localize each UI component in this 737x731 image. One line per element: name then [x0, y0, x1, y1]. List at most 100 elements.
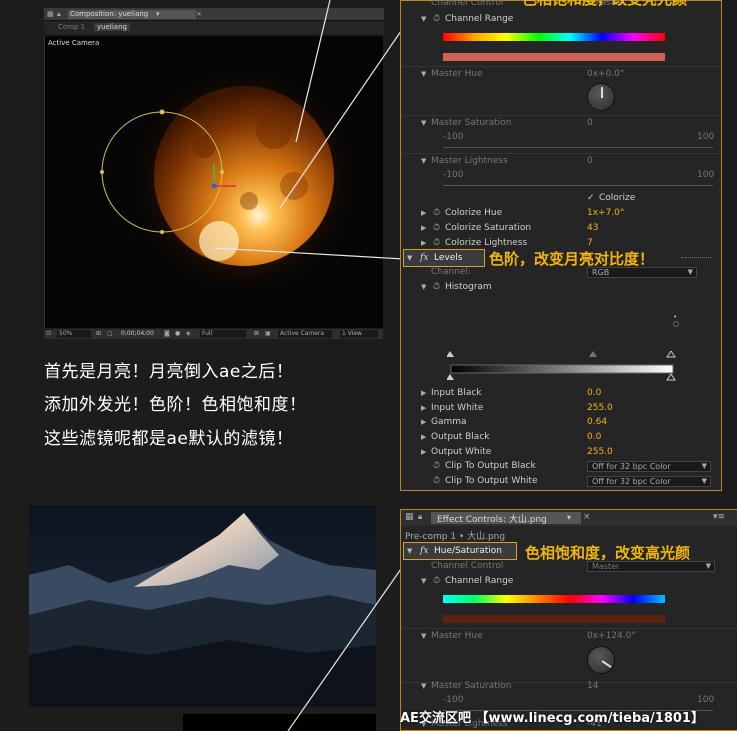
output-black-row: ▶ Output Black 0.0: [421, 432, 602, 442]
disclosure-triangle-icon[interactable]: ▶: [421, 389, 426, 397]
lock-icon[interactable]: 🔒︎: [418, 512, 422, 522]
stopwatch-icon[interactable]: ⏱: [433, 576, 440, 586]
divider: [401, 628, 737, 629]
channel-range-output-bar[interactable]: [443, 615, 665, 623]
divider: [401, 153, 721, 154]
channel-range-row: ▼ ⏱ Channel Range: [421, 14, 514, 24]
disclosure-triangle-icon[interactable]: ▼: [421, 15, 426, 23]
lock-icon[interactable]: 🔒︎: [57, 10, 61, 19]
transparency-icon[interactable]: ▣: [265, 330, 271, 337]
hue-saturation-effect-header[interactable]: ▼ fx Hue/Saturation: [403, 542, 517, 560]
panel-menu-icon[interactable]: ▦: [47, 10, 54, 18]
caption-line-2: 添加外发光！色阶！色相饱和度！: [44, 395, 307, 415]
fx-icon[interactable]: fx: [420, 253, 428, 263]
panel-options-icon[interactable]: ▾≡: [713, 512, 725, 522]
snapshot-icon[interactable]: ◙: [164, 330, 170, 337]
stopwatch-icon[interactable]: ⏱: [433, 223, 440, 233]
stopwatch-icon[interactable]: ⏱: [433, 282, 440, 292]
disclosure-triangle-icon[interactable]: ▼: [421, 119, 426, 127]
tab-close-icon[interactable]: ×: [583, 512, 591, 522]
disclosure-triangle-icon[interactable]: ▼: [421, 157, 426, 165]
master-saturation-slider[interactable]: [443, 147, 713, 148]
channel-control-dropdown[interactable]: Master ▼: [587, 561, 715, 572]
magnify-icon[interactable]: ⊡: [46, 330, 51, 337]
channel-range-row: ▼ ⏱ Channel Range: [421, 576, 514, 586]
panel-gutter: [726, 0, 737, 491]
master-hue-dial[interactable]: [587, 646, 615, 674]
stopwatch-icon[interactable]: ⏱: [433, 461, 440, 471]
disclosure-triangle-icon[interactable]: ▶: [421, 418, 426, 426]
output-white-row: ▶ Output White 255.0: [421, 447, 613, 457]
gamma-row: ▶ Gamma 0.64: [421, 417, 608, 427]
master-saturation-row: ▼ Master Saturation 0: [421, 118, 593, 128]
channel-range-hue-bar[interactable]: [443, 595, 665, 603]
chevron-down-icon: ▼: [705, 562, 711, 570]
channel-dropdown[interactable]: RGB ▼: [587, 267, 697, 278]
input-white-row: ▶ Input White 255.0: [421, 403, 613, 413]
colorize-hue-row: ▶ ⏱ Colorize Hue 1x+7.0°: [421, 208, 625, 218]
moon-scene: [44, 36, 364, 328]
disclosure-triangle-icon[interactable]: ▶: [421, 448, 426, 456]
dotted-rule: [681, 257, 711, 258]
disclosure-triangle-icon[interactable]: ▶: [421, 224, 426, 232]
tab-close-icon[interactable]: ×: [196, 10, 202, 18]
layer-path-row: Pre-comp 1 • 大山.png: [405, 532, 506, 542]
tab-menu-icon[interactable]: ▾: [156, 10, 160, 18]
channel-range-output-bar[interactable]: [443, 53, 665, 61]
disclosure-triangle-icon[interactable]: ▼: [421, 283, 426, 291]
master-lightness-row: ▼ Master Lightness 0: [421, 156, 593, 166]
levels-effect-header[interactable]: ▼ fx Levels: [403, 249, 485, 267]
stopwatch-icon[interactable]: ⏱: [433, 208, 440, 218]
channel-range-hue-bar[interactable]: [443, 33, 665, 41]
stopwatch-icon[interactable]: ⏱: [433, 14, 440, 24]
disclosure-triangle-icon[interactable]: ▼: [421, 682, 426, 690]
disclosure-triangle-icon[interactable]: ▼: [421, 632, 426, 640]
disclosure-triangle-icon[interactable]: ▼: [421, 577, 426, 585]
chevron-down-icon: ▼: [701, 477, 707, 485]
composition-viewer[interactable]: Active Camera: [44, 36, 383, 328]
master-hue-row: ▼ Master Hue 0x+124.0°: [421, 631, 636, 641]
chevron-down-icon: ▼: [687, 268, 693, 276]
disclosure-triangle-icon[interactable]: ▶: [421, 433, 426, 441]
colorize-row: ✓ Colorize: [587, 193, 636, 203]
stopwatch-icon[interactable]: ⏱: [433, 238, 440, 248]
subtab-yueliang[interactable]: yueliang: [94, 23, 130, 31]
timecode-display[interactable]: 0;00;04;00: [121, 330, 154, 337]
grid-icon[interactable]: ⊞: [96, 330, 101, 337]
roi-icon[interactable]: ⊠: [254, 330, 259, 337]
color-icon[interactable]: ◈: [186, 330, 191, 337]
disclosure-triangle-icon[interactable]: ▼: [421, 70, 426, 78]
colorize-checkbox[interactable]: ✓: [587, 193, 595, 203]
divider: [401, 66, 721, 67]
channel-icon[interactable]: ●: [175, 330, 180, 337]
mask-icon[interactable]: ▢: [107, 330, 113, 337]
colorize-saturation-row: ▶ ⏱ Colorize Saturation 43: [421, 223, 599, 233]
clip-black-dropdown[interactable]: Off for 32 bpc Color ▼: [587, 461, 711, 472]
camera-dropdown[interactable]: Active Camera: [278, 330, 332, 338]
view-layout-dropdown[interactable]: 1 View: [340, 330, 378, 338]
resolution-dropdown[interactable]: Full: [200, 330, 246, 338]
clip-white-dropdown[interactable]: Off for 32 bpc Color ▼: [587, 476, 711, 487]
histogram-options-icon[interactable]: • ○: [673, 314, 679, 328]
disclosure-triangle-icon[interactable]: ▶: [421, 209, 426, 217]
master-hue-dial[interactable]: [587, 83, 615, 111]
histogram-input-slider[interactable]: [447, 351, 677, 381]
disclosure-triangle-icon[interactable]: ▼: [407, 254, 412, 262]
hue-saturation-label: Hue/Saturation: [434, 546, 502, 556]
disclosure-triangle-icon[interactable]: ▶: [421, 404, 426, 412]
fx-icon[interactable]: fx: [420, 546, 428, 556]
disclosure-triangle-icon[interactable]: ▼: [407, 547, 412, 555]
top-annotation: 色相饱和度，改变亮光颜: [522, 0, 687, 9]
tab-menu-icon[interactable]: ▾: [567, 513, 571, 522]
mountain-photo: [29, 505, 376, 707]
disclosure-triangle-icon[interactable]: ▶: [421, 239, 426, 247]
caption-line-3: 这些滤镜呢都是ae默认的滤镜！: [44, 429, 294, 449]
zoom-dropdown[interactable]: 50%: [57, 330, 91, 338]
composition-tab[interactable]: Composition: yueliang: [68, 10, 196, 19]
saturation-range-row: -100 100: [443, 695, 715, 705]
stopwatch-icon[interactable]: ⏱: [433, 476, 440, 486]
subtab-comp1[interactable]: Comp 1: [58, 23, 85, 31]
panel-menu-icon[interactable]: ▦: [405, 512, 414, 522]
master-lightness-slider[interactable]: [443, 185, 713, 186]
effect-controls-tab[interactable]: Effect Controls: 大山.png: [431, 512, 581, 525]
